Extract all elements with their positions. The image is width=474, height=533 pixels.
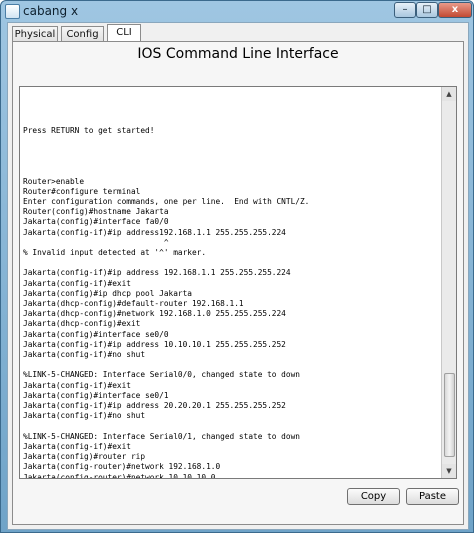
- cli-window: cabang x – □ x Physical Config CLI IOS C…: [0, 0, 474, 533]
- tab-cli[interactable]: CLI: [107, 24, 141, 42]
- tab-config[interactable]: Config: [61, 26, 104, 42]
- cli-panel: IOS Command Line Interface Press RETURN …: [12, 41, 464, 525]
- terminal-console[interactable]: Press RETURN to get started! Router>enab…: [19, 86, 457, 479]
- window-client-area: Physical Config CLI IOS Command Line Int…: [7, 22, 469, 530]
- terminal-scrollbar[interactable]: ▲ ▼: [441, 87, 456, 478]
- terminal-output[interactable]: Press RETURN to get started! Router>enab…: [23, 95, 440, 478]
- paste-button[interactable]: Paste: [406, 488, 459, 505]
- maximize-button[interactable]: □: [416, 2, 438, 18]
- minimize-button[interactable]: –: [394, 2, 416, 18]
- window-title: cabang x: [23, 4, 79, 18]
- close-button[interactable]: x: [438, 2, 472, 18]
- panel-heading: IOS Command Line Interface: [137, 46, 339, 62]
- title-bar[interactable]: cabang x – □ x: [1, 1, 473, 21]
- scrollbar-thumb[interactable]: [444, 373, 455, 457]
- scroll-up-arrow-icon[interactable]: ▲: [442, 87, 456, 101]
- tab-physical[interactable]: Physical: [12, 26, 58, 42]
- app-icon: [5, 4, 20, 19]
- scroll-down-arrow-icon[interactable]: ▼: [442, 464, 456, 478]
- copy-button[interactable]: Copy: [347, 488, 400, 505]
